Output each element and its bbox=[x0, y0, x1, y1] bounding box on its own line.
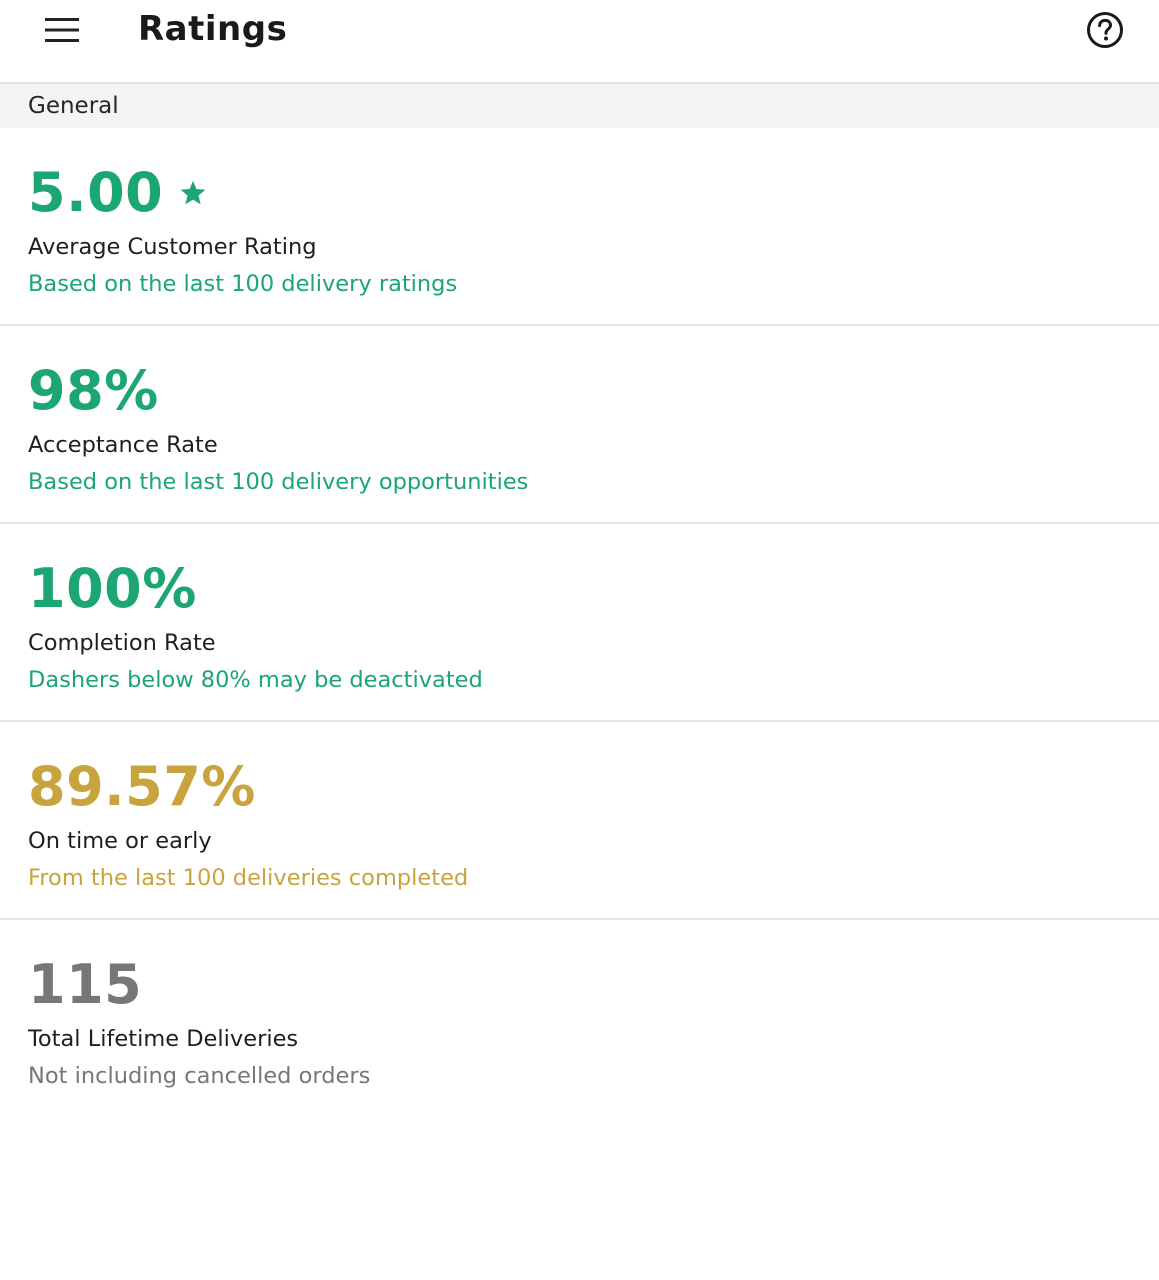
help-button[interactable] bbox=[1081, 6, 1129, 54]
metric-label: Acceptance Rate bbox=[28, 432, 218, 458]
app-bar: Ratings bbox=[0, 0, 1159, 84]
metric-on-time-or-early: 89.57% On time or early From the last 10… bbox=[0, 722, 1159, 920]
help-circle-icon bbox=[1087, 12, 1123, 48]
metric-value-container: 5.00 bbox=[28, 162, 207, 224]
metric-value: 5.00 bbox=[28, 161, 164, 224]
page-title: Ratings bbox=[138, 9, 288, 49]
star-icon bbox=[179, 179, 207, 207]
metric-total-lifetime-deliveries: 115 Total Lifetime Deliveries Not includ… bbox=[0, 920, 1159, 1116]
metric-label: Completion Rate bbox=[28, 630, 216, 656]
metric-label: On time or early bbox=[28, 828, 212, 854]
metric-label: Total Lifetime Deliveries bbox=[28, 1026, 299, 1052]
section-header-general: General bbox=[0, 84, 1159, 128]
metric-value: 115 bbox=[28, 953, 143, 1016]
metric-subtext: From the last 100 deliveries completed bbox=[28, 865, 469, 891]
metric-subtext: Based on the last 100 delivery ratings bbox=[28, 271, 458, 297]
metric-value: 100% bbox=[28, 557, 197, 620]
metric-value: 98% bbox=[28, 359, 159, 422]
metric-subtext: Not including cancelled orders bbox=[28, 1063, 371, 1089]
menu-button[interactable] bbox=[30, 4, 94, 56]
metric-label: Average Customer Rating bbox=[28, 234, 317, 260]
metric-acceptance-rate: 98% Acceptance Rate Based on the last 10… bbox=[0, 326, 1159, 524]
metric-subtext: Dashers below 80% may be deactivated bbox=[28, 667, 483, 693]
hamburger-menu-icon bbox=[45, 18, 79, 42]
metric-value: 89.57% bbox=[28, 755, 256, 818]
metric-subtext: Based on the last 100 delivery opportuni… bbox=[28, 469, 529, 495]
metric-average-customer-rating: 5.00 Average Customer Rating Based on th… bbox=[0, 128, 1159, 326]
section-title: General bbox=[28, 93, 119, 119]
metric-completion-rate: 100% Completion Rate Dashers below 80% m… bbox=[0, 524, 1159, 722]
